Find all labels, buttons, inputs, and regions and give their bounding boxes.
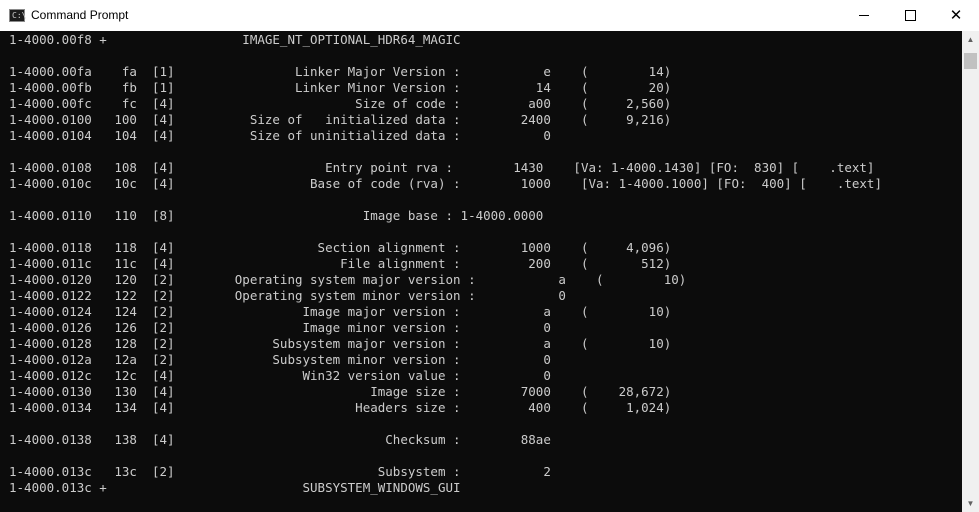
console-line: 1-4000.013c 13c [2] Subsystem : 2 xyxy=(9,464,551,479)
maximize-icon xyxy=(904,10,916,21)
maximize-button[interactable] xyxy=(887,0,933,31)
console-line: 1-4000.011c 11c [4] File alignment : 200… xyxy=(9,256,672,271)
console-output[interactable]: 1-4000.00f8 + IMAGE_NT_OPTIONAL_HDR64_MA… xyxy=(0,31,962,512)
console-line: 1-4000.0100 100 [4] Size of initialized … xyxy=(9,112,672,127)
console-line: 1-4000.012a 12a [2] Subsystem minor vers… xyxy=(9,352,551,367)
console-line: 1-4000.0120 120 [2] Operating system maj… xyxy=(9,272,687,287)
console-line: 1-4000.0126 126 [2] Image minor version … xyxy=(9,320,551,335)
scroll-up-arrow-icon[interactable]: ▲ xyxy=(962,31,979,48)
title-bar[interactable]: C:\ Command Prompt ✕ xyxy=(0,0,979,31)
minimize-button[interactable] xyxy=(841,0,887,31)
console-line: 1-4000.0124 124 [2] Image major version … xyxy=(9,304,672,319)
console-line: 1-4000.00fc fc [4] Size of code : a00 ( … xyxy=(9,96,672,111)
console-line: 1-4000.00fb fb [1] Linker Minor Version … xyxy=(9,80,672,95)
minimize-icon xyxy=(859,15,869,16)
console-line: 1-4000.00f8 + IMAGE_NT_OPTIONAL_HDR64_MA… xyxy=(9,32,461,47)
console-line: 1-4000.0110 110 [8] Image base : 1-4000.… xyxy=(9,208,544,223)
console-line: 1-4000.0118 118 [4] Section alignment : … xyxy=(9,240,672,255)
scrollbar-thumb[interactable] xyxy=(964,53,977,69)
console-line: 1-4000.013c + SUBSYSTEM_WINDOWS_GUI xyxy=(9,480,461,495)
icon-label: C:\ xyxy=(12,11,27,20)
console-line: 1-4000.0104 104 [4] Size of uninitialize… xyxy=(9,128,551,143)
console-line: 1-4000.00fa fa [1] Linker Major Version … xyxy=(9,64,672,79)
console-line: 1-4000.0130 130 [4] Image size : 7000 ( … xyxy=(9,384,672,399)
console-line: 1-4000.0108 108 [4] Entry point rva : 14… xyxy=(9,160,875,175)
scroll-down-arrow-icon[interactable]: ▼ xyxy=(962,495,979,512)
console-line: 1-4000.0128 128 [2] Subsystem major vers… xyxy=(9,336,672,351)
console-line: 1-4000.010c 10c [4] Base of code (rva) :… xyxy=(9,176,882,191)
close-icon: ✕ xyxy=(949,6,963,24)
close-button[interactable]: ✕ xyxy=(933,0,979,31)
command-prompt-window: C:\ Command Prompt ✕ 1-4000.00f8 + IMAGE… xyxy=(0,0,979,512)
console-line: 1-4000.0122 122 [2] Operating system min… xyxy=(9,288,566,303)
window-title: Command Prompt xyxy=(31,8,129,22)
console-line: 1-4000.012c 12c [4] Win32 version value … xyxy=(9,368,551,383)
vertical-scrollbar[interactable]: ▲ ▼ xyxy=(962,31,979,512)
console-line: 1-4000.0138 138 [4] Checksum : 88ae xyxy=(9,432,551,447)
command-prompt-icon[interactable]: C:\ xyxy=(9,9,27,22)
console-line: 1-4000.0134 134 [4] Headers size : 400 (… xyxy=(9,400,672,415)
